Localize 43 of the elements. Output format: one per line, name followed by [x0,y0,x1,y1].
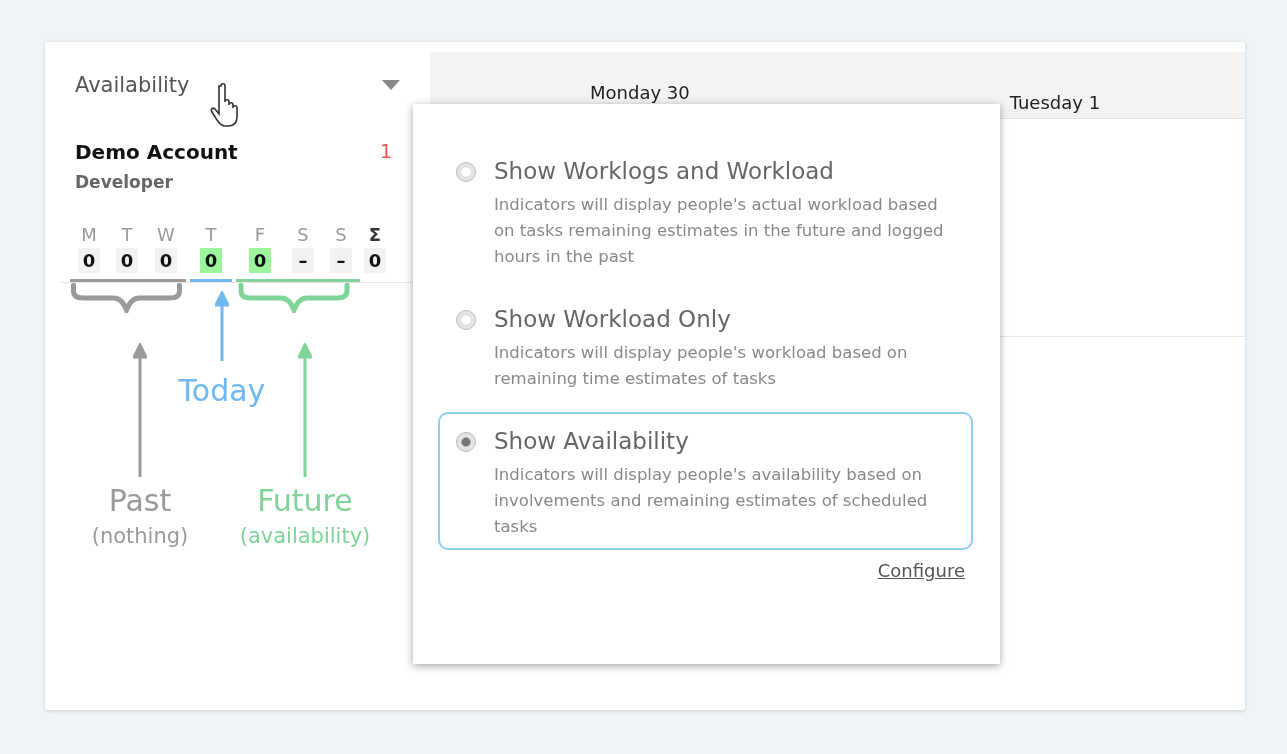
display-option[interactable]: Show Worklogs and Workload Indicators will display people's actual workload based on tasks remaining estimates in the future and logged hours in the past [438,142,973,280]
person-role: Developer [75,172,174,192]
annotation-note: (availability) [239,524,371,548]
weekday-label: M [81,224,97,247]
day-value: 0 [116,248,138,273]
day-value: 0 [78,248,100,273]
radio-button[interactable] [456,432,476,452]
option-description: Indicators will display people's actual workload based on tasks remaining estimates in the future and logged hours in the past [494,194,945,268]
weekday-label: W [157,224,175,247]
count-label: 1 [379,140,392,164]
brace-icon [70,283,183,313]
total-value: 0 [364,248,386,273]
annotation-label: Today [178,373,266,408]
day-value: – [292,248,314,273]
sum-label: Σ [368,224,382,247]
dropdown-value: Availability [75,73,190,97]
display-option[interactable]: Show Workload Only Indicators will display people's workload based on remaining time estimates of tasks [438,290,973,402]
option-title: Show Worklogs and Workload [494,158,835,184]
day-value: 0 [249,248,271,273]
annotation-label: Past [108,483,172,518]
weekday-label: S [297,224,309,247]
person-name: Demo Account [75,140,238,164]
display-option[interactable]: Show Availability Indicators will display people's availability based on involvements and remaining estimates of scheduled tasks [438,412,973,550]
column-header: Monday 30 [590,82,690,105]
day-value: – [330,248,352,273]
configure-link[interactable]: Configure [877,560,965,581]
day-value: 0 [200,248,222,273]
caret-icon [382,80,400,90]
radio-button[interactable] [456,162,476,182]
day-value: 0 [155,248,177,273]
option-description: Indicators will display people's workload based on remaining time estimates of tasks [494,342,909,390]
weekday-label: T [205,224,217,247]
option-description: Indicators will display people's availability based on involvements and remaining estimates of scheduled tasks [494,464,929,538]
option-title: Show Availability [494,428,690,454]
weekday-label: F [254,224,266,247]
mode-dropdown[interactable]: Availability [75,70,400,100]
column-header: Tuesday 1 [1009,92,1101,115]
radio-button[interactable] [456,310,476,330]
weekday-label: S [335,224,347,247]
weekday-label: T [121,224,133,247]
annotation-label: Future [257,483,353,518]
annotation-note: (nothing) [91,524,189,548]
option-title: Show Workload Only [494,306,732,332]
